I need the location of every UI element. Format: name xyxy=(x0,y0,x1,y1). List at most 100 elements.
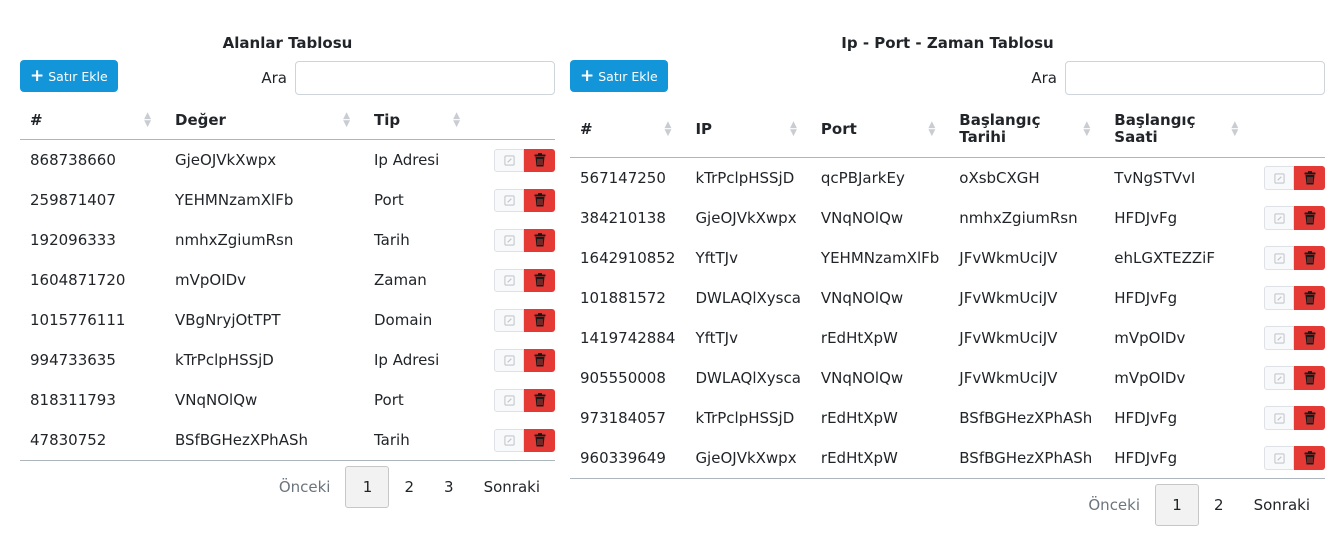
delete-button[interactable] xyxy=(524,268,555,292)
pagination-next[interactable]: Sonraki xyxy=(1239,485,1325,525)
column-header-id[interactable]: # ▲ ▼ xyxy=(570,101,686,158)
trash-icon xyxy=(534,393,545,407)
table-row: 101881572 DWLAQlXysca VNqNOlQw JFvWkmUciJV H… xyxy=(570,278,1325,318)
edit-button[interactable] xyxy=(1264,326,1294,350)
column-header-deger[interactable]: Değer ▲ ▼ xyxy=(165,101,364,140)
delete-button[interactable] xyxy=(524,228,555,252)
pagination-prev[interactable]: Önceki xyxy=(264,467,346,507)
trash-icon xyxy=(534,193,545,207)
pagination-page-2[interactable]: 2 xyxy=(1199,485,1239,525)
cell-id: 192096333 xyxy=(30,231,116,249)
add-row-button[interactable]: + Satır Ekle xyxy=(570,60,668,92)
delete-button[interactable] xyxy=(1294,286,1325,310)
pagination-page-3[interactable]: 3 xyxy=(429,467,469,507)
edit-button[interactable] xyxy=(1264,406,1294,430)
column-header-id[interactable]: # ▲ ▼ xyxy=(20,101,165,140)
column-header-tip[interactable]: Tip ▲ ▼ xyxy=(364,101,474,140)
search-group: Ara xyxy=(1031,61,1325,95)
delete-button[interactable] xyxy=(524,308,555,332)
trash-icon xyxy=(534,273,545,287)
delete-button[interactable] xyxy=(524,188,555,212)
pagination-page-1[interactable]: 1 xyxy=(1155,484,1200,526)
row-action-group xyxy=(1264,206,1325,230)
search-input[interactable] xyxy=(1065,61,1325,95)
pencil-icon xyxy=(1273,212,1285,224)
edit-button[interactable] xyxy=(1264,446,1294,470)
trash-icon xyxy=(1304,291,1315,305)
row-actions xyxy=(1252,278,1325,318)
row-actions xyxy=(1252,318,1325,358)
cell-port: rEdHtXpW xyxy=(820,409,898,427)
add-row-button[interactable]: + Satır Ekle xyxy=(20,60,118,92)
edit-button[interactable] xyxy=(1264,166,1294,190)
edit-button[interactable] xyxy=(494,388,524,412)
trash-icon xyxy=(534,353,545,367)
pencil-icon xyxy=(1273,292,1285,304)
cell-baslangic-saati: HFDJvFg xyxy=(1104,438,1253,479)
cell-id: 384210138 xyxy=(580,209,666,227)
plus-icon: + xyxy=(30,65,45,86)
pagination: Önceki 1 2 3 Sonraki xyxy=(20,466,555,508)
cell-port: VNqNOlQw xyxy=(820,289,904,307)
pagination-page-2[interactable]: 2 xyxy=(389,467,429,507)
cell-ip: kTrPclpHSSjD xyxy=(695,169,795,187)
delete-button[interactable] xyxy=(524,428,555,452)
column-header-baslangic-tarihi[interactable]: Başlangıç Tarihi ▲ ▼ xyxy=(949,101,1105,158)
panel-controls: + Satır Ekle Ara xyxy=(20,60,555,96)
delete-button[interactable] xyxy=(1294,246,1325,270)
edit-button[interactable] xyxy=(494,148,524,172)
trash-icon xyxy=(1304,251,1315,265)
pagination-next[interactable]: Sonraki xyxy=(469,467,555,507)
row-action-group xyxy=(1264,166,1325,190)
edit-button[interactable] xyxy=(1264,206,1294,230)
pencil-icon xyxy=(1273,332,1285,344)
cell-id: 1604871720 xyxy=(30,271,126,289)
delete-button[interactable] xyxy=(1294,366,1325,390)
delete-button[interactable] xyxy=(524,388,555,412)
edit-button[interactable] xyxy=(1264,366,1294,390)
pencil-icon xyxy=(503,314,515,326)
table-header-row: # ▲ ▼ IP ▲ ▼ Port ▲ ▼ Başlangıç Tarihi ▲ ▼ Başla… xyxy=(570,101,1325,158)
row-actions xyxy=(1252,158,1325,199)
delete-button[interactable] xyxy=(1294,406,1325,430)
delete-button[interactable] xyxy=(1294,166,1325,190)
edit-button[interactable] xyxy=(494,188,524,212)
edit-button[interactable] xyxy=(494,228,524,252)
table-row: 905550008 DWLAQlXysca VNqNOlQw JFvWkmUciJV m… xyxy=(570,358,1325,398)
edit-button[interactable] xyxy=(494,308,524,332)
sort-icon: ▲ ▼ xyxy=(343,111,350,129)
trash-icon xyxy=(534,233,545,247)
edit-button[interactable] xyxy=(1264,286,1294,310)
delete-button[interactable] xyxy=(1294,326,1325,350)
cell-port: rEdHtXpW xyxy=(820,329,898,347)
column-header-port[interactable]: Port ▲ ▼ xyxy=(810,101,950,158)
column-header-ip[interactable]: IP ▲ ▼ xyxy=(685,101,811,158)
pagination-prev[interactable]: Önceki xyxy=(1073,485,1155,525)
cell-tip: Domain xyxy=(374,311,433,329)
delete-button[interactable] xyxy=(524,148,555,172)
pagination-page-1[interactable]: 1 xyxy=(345,466,390,508)
plus-icon: + xyxy=(580,65,595,86)
search-input[interactable] xyxy=(295,61,555,95)
cell-id: 567147250 xyxy=(580,169,666,187)
column-header-baslangic-saati[interactable]: Başlangıç Saati ▲ ▼ xyxy=(1104,101,1253,158)
table-row: 868738660 GjeOJVkXwpx Ip Adresi xyxy=(20,140,555,181)
cell-ip: GjeOJVkXwpx xyxy=(685,438,811,479)
edit-button[interactable] xyxy=(494,428,524,452)
delete-button[interactable] xyxy=(1294,446,1325,470)
cell-deger: BSfBGHezXPhASh xyxy=(165,420,364,461)
delete-button[interactable] xyxy=(524,348,555,372)
cell-baslangic-saati: mVpOIDv xyxy=(1114,329,1186,347)
cell-id: 994733635 xyxy=(30,351,116,369)
alanlar-table: # ▲ ▼ Değer ▲ ▼ Tip ▲ ▼ 868738660 GjeOJVkXwpx Ip… xyxy=(20,101,555,461)
edit-button[interactable] xyxy=(494,268,524,292)
trash-icon xyxy=(1304,411,1315,425)
cell-ip: DWLAQlXysca xyxy=(695,369,801,387)
cell-baslangic-tarihi: JFvWkmUciJV xyxy=(959,329,1058,347)
pencil-icon xyxy=(1273,372,1285,384)
edit-button[interactable] xyxy=(1264,246,1294,270)
edit-button[interactable] xyxy=(494,348,524,372)
row-actions xyxy=(474,220,555,260)
cell-deger: GjeOJVkXwpx xyxy=(175,151,277,169)
delete-button[interactable] xyxy=(1294,206,1325,230)
